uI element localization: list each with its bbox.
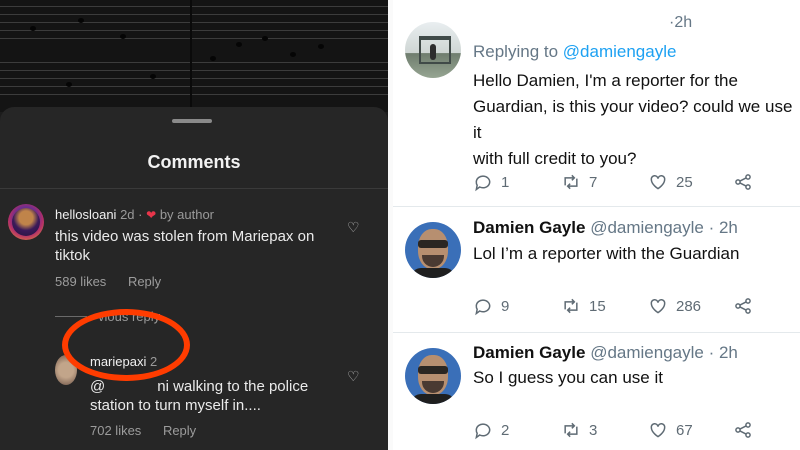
tweet-time: · 2h [708, 343, 738, 362]
like-button[interactable]: 25 [648, 172, 693, 192]
heart-icon [650, 174, 666, 190]
tweet-author[interactable]: Damien Gayle @damiengayle · 2h [473, 343, 738, 363]
tweet-text: Hello Damien, I'm a reporter for the Gua… [473, 71, 793, 168]
reply-thread-line [55, 316, 87, 317]
retweet-button[interactable]: 7 [561, 172, 597, 192]
retweet-button[interactable]: 15 [561, 296, 606, 316]
likes-count[interactable]: 702 likes [90, 423, 141, 438]
reply-text: @ ni walking to the police station to tur… [90, 378, 309, 414]
by-author-label: by author [159, 207, 215, 222]
tweet-time: ·2h [669, 14, 693, 31]
share-button[interactable] [733, 420, 753, 440]
heart-icon [650, 422, 666, 438]
like-heart-icon[interactable]: ♡ [347, 219, 360, 236]
reply-actions: 702 likes Reply [90, 423, 196, 438]
heart-icon [650, 298, 666, 314]
mention-link[interactable]: @damiengayle [563, 42, 677, 61]
share-icon [735, 422, 751, 438]
instagram-comments-screenshot: Comments hellosloani 2d · ❤ by author th… [0, 0, 388, 450]
like-heart-icon[interactable]: ♡ [347, 368, 360, 385]
like-button[interactable]: 286 [648, 296, 701, 316]
likes-count[interactable]: 589 likes [55, 274, 106, 289]
avatar[interactable] [405, 222, 461, 278]
share-button[interactable] [733, 172, 753, 192]
reply-button[interactable]: 2 [473, 420, 509, 440]
comment-username[interactable]: hellosloani [55, 207, 116, 222]
tweet-handle: @damiengayle [590, 218, 704, 237]
comment-header: hellosloani 2d · ❤ by author [55, 207, 215, 222]
tweet-author[interactable]: Damien Gayle @damiengayle · 2h [473, 218, 738, 238]
comment-text: this video was stolen from Mariepax on t… [55, 228, 315, 264]
reply-button[interactable]: 1 [473, 172, 509, 192]
replying-to: Replying to @damiengayle [473, 42, 677, 61]
like-button[interactable]: 67 [648, 420, 693, 440]
divider [393, 206, 800, 207]
tweet-text: So I guess you can use it [473, 368, 663, 387]
retweet-icon [564, 298, 578, 314]
avatar[interactable] [405, 22, 461, 78]
sheet-music-background [0, 0, 388, 112]
avatar[interactable] [8, 204, 44, 240]
divider [393, 332, 800, 333]
tweet-text: Lol I’m a reporter with the Guardian [473, 244, 740, 263]
avatar[interactable] [405, 348, 461, 404]
twitter-thread-screenshot: ·2h Replying to @damiengayle Hello Damie… [393, 0, 800, 450]
comment-time: 2d [120, 207, 135, 222]
drag-handle[interactable] [172, 119, 212, 123]
divider [0, 188, 388, 189]
highlight-circle [62, 309, 190, 381]
reply-icon [475, 423, 491, 440]
comment-actions: 589 likes Reply [55, 274, 161, 289]
reply-button[interactable]: 9 [473, 296, 509, 316]
tweet-time: · 2h [708, 218, 738, 237]
reply-icon [475, 299, 491, 316]
share-icon [735, 174, 751, 190]
retweet-icon [564, 174, 578, 190]
reply-button[interactable]: Reply [163, 423, 196, 438]
comments-title: Comments [147, 152, 241, 172]
share-button[interactable] [733, 296, 753, 316]
tweet-handle: @damiengayle [590, 343, 704, 362]
comments-sheet: Comments hellosloani 2d · ❤ by author th… [0, 107, 388, 450]
retweet-button[interactable]: 3 [561, 420, 597, 440]
reply-icon [475, 175, 491, 192]
share-icon [735, 298, 751, 314]
retweet-icon [564, 422, 578, 438]
reply-button[interactable]: Reply [128, 274, 161, 289]
heart-icon: ❤ [146, 208, 157, 222]
